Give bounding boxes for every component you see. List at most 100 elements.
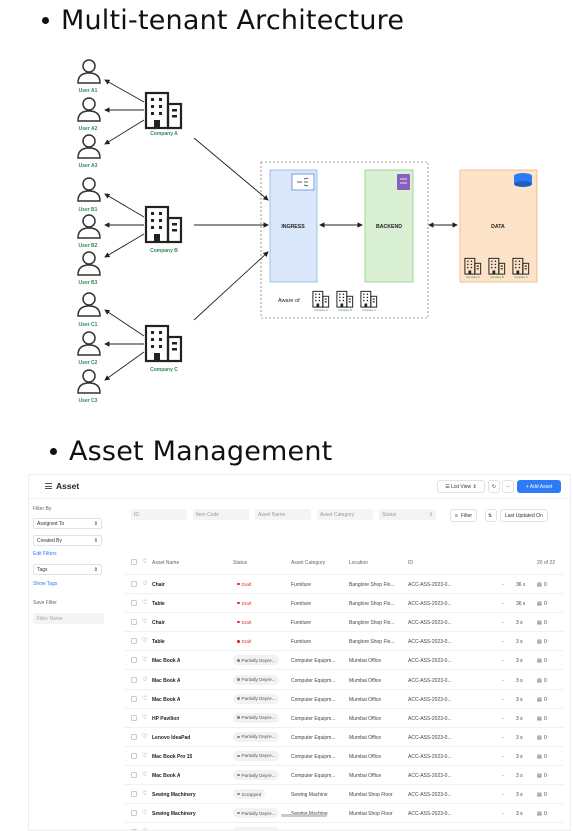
- status-badge: Partially Depre...: [233, 770, 280, 780]
- refresh-button[interactable]: ↻: [488, 480, 500, 493]
- section-title-text: Asset Management: [69, 436, 333, 467]
- user-icon: [77, 177, 101, 202]
- row-checkbox[interactable]: [131, 676, 137, 683]
- asset-category-filter-input[interactable]: Asset Category: [317, 509, 373, 520]
- dash: -: [502, 715, 504, 722]
- heart-icon[interactable]: ♡: [142, 558, 147, 565]
- asset-name[interactable]: Chair: [152, 582, 165, 588]
- asset-name[interactable]: HP Pavilion: [152, 716, 179, 722]
- table-row[interactable]: ♡ Table Draft Furniture Banglore Shop Flo...…: [124, 594, 564, 614]
- status-badge: Partially Depre...: [233, 808, 280, 819]
- table-row[interactable]: ♡ Lenovo IdeaPad Partially Depre... Compute…: [124, 728, 564, 747]
- column-header[interactable]: Location: [349, 560, 368, 566]
- row-checkbox[interactable]: [131, 714, 137, 721]
- edit-filters-link[interactable]: Edit Filters: [33, 551, 57, 557]
- asset-name[interactable]: Mac Book A: [152, 678, 180, 684]
- heart-icon[interactable]: ♡: [142, 656, 147, 663]
- location: Mumbai Office: [349, 696, 382, 703]
- sort-field-button[interactable]: Last Updated On: [500, 509, 548, 522]
- asset-category: Computer Equipm...: [291, 715, 336, 722]
- table-row[interactable]: ♡ Mac Book Pro 15 Partially Depre... Comput…: [124, 747, 564, 766]
- row-checkbox[interactable]: [131, 581, 137, 587]
- filter-button[interactable]: ≡ Filter: [450, 509, 478, 522]
- column-header[interactable]: Asset Name: [152, 560, 179, 566]
- heart-icon[interactable]: ♡: [142, 752, 147, 759]
- select-all-checkbox[interactable]: [131, 559, 137, 565]
- row-checkbox[interactable]: [131, 772, 137, 778]
- menu-icon[interactable]: [45, 483, 52, 489]
- mini-company-label: Company A: [314, 308, 328, 312]
- status-badge: Partially Depre...: [233, 655, 280, 666]
- dash: -: [502, 582, 504, 588]
- assigned-to-select[interactable]: Assigned To ⇕: [33, 518, 102, 529]
- asset-name[interactable]: Table: [152, 601, 165, 607]
- column-header[interactable]: Asset Category: [291, 560, 325, 566]
- row-checkbox[interactable]: [131, 638, 137, 645]
- architecture-diagram: User A1 User A2 User A3 User B1 User B2 …: [77, 59, 538, 404]
- table-row[interactable]: ♡ Mac Book A Partially Depre... Computer Eq…: [124, 671, 564, 690]
- table-row[interactable]: ♡ HP Pavilion Partially Depre... Computer E…: [124, 709, 564, 728]
- modified-ago: 3 s: [516, 811, 523, 818]
- asset-name[interactable]: Mac Book Pro 15: [152, 754, 192, 760]
- table-row[interactable]: ♡ Table Draft Furniture Banglore Shop Flo...…: [124, 632, 564, 652]
- column-header[interactable]: Status: [233, 560, 247, 566]
- id-filter-input[interactable]: ID: [131, 509, 187, 520]
- row-checkbox[interactable]: [131, 600, 137, 607]
- column-header[interactable]: ID: [408, 560, 413, 566]
- heart-icon[interactable]: ♡: [142, 714, 147, 721]
- tags-select[interactable]: Tags ⇕: [33, 564, 102, 575]
- table-row[interactable]: ♡ Mac Book A Partially Depre... Computer Eq…: [124, 651, 564, 671]
- heart-icon[interactable]: ♡: [142, 618, 147, 625]
- asset-name[interactable]: Sewing Machinery: [152, 811, 196, 817]
- heart-icon[interactable]: ♡: [142, 637, 147, 644]
- comment-count: 0: [544, 753, 547, 760]
- table-row[interactable]: ♡ Chair Draft Furniture Banglore Shop Flo...…: [124, 575, 564, 594]
- item-code-filter-input[interactable]: Item Code: [193, 509, 249, 520]
- row-checkbox[interactable]: [131, 733, 137, 740]
- row-checkbox[interactable]: [131, 810, 137, 817]
- asset-name[interactable]: Mac Book A: [152, 658, 180, 664]
- heart-icon[interactable]: ♡: [142, 790, 147, 797]
- location: Mumbai Office: [349, 715, 382, 722]
- heart-icon[interactable]: ♡: [142, 599, 147, 606]
- dash: -: [502, 639, 504, 646]
- add-asset-button[interactable]: + Add Asset: [517, 480, 561, 493]
- asset-name[interactable]: Chair: [152, 620, 165, 626]
- table-row[interactable]: ♡HP DeskjetPartially Depre...Computer Eq…: [124, 823, 564, 830]
- sort-direction-button[interactable]: ⇅: [485, 509, 497, 522]
- created-by-select[interactable]: Created By ⇕: [33, 535, 102, 546]
- table-row[interactable]: ♡ Mac Book A Partially Depre... Computer Eq…: [124, 690, 564, 709]
- row-checkbox[interactable]: [131, 657, 137, 664]
- heart-icon[interactable]: ♡: [142, 771, 147, 778]
- heart-icon[interactable]: ♡: [142, 580, 147, 587]
- show-tags-link[interactable]: Show Tags: [33, 581, 57, 587]
- asset-name-filter-input[interactable]: Asset Name: [255, 509, 311, 520]
- heart-icon[interactable]: ♡: [142, 676, 147, 683]
- table-row[interactable]: ♡Sewing MachineryPartially Depre...Sewin…: [124, 804, 564, 824]
- row-checkbox[interactable]: [131, 619, 137, 626]
- heart-icon[interactable]: ♡: [142, 695, 147, 702]
- heart-icon[interactable]: ♡: [142, 809, 147, 816]
- asset-app-window: Asset ☰ List View ⇕ ↻ ··· + Add Asset Fi…: [28, 474, 571, 831]
- users-group-b: User B1 User B2 User B3: [77, 177, 101, 286]
- row-checkbox[interactable]: [131, 752, 137, 759]
- more-button[interactable]: ···: [502, 480, 514, 493]
- user-icon: [77, 292, 101, 317]
- status-filter-select[interactable]: Status ⇕: [379, 509, 436, 520]
- list-view-dropdown[interactable]: ☰ List View ⇕: [437, 480, 485, 493]
- asset-name[interactable]: Table: [152, 639, 165, 645]
- horizontal-scrollbar[interactable]: [281, 814, 327, 817]
- table-row[interactable]: ♡ Mac Book A Partially Depre... Computer Eq…: [124, 766, 564, 785]
- heart-icon[interactable]: ♡: [142, 733, 147, 740]
- asset-name[interactable]: Mac Book A: [152, 773, 180, 779]
- filter-name-input[interactable]: Filter Name: [33, 613, 104, 624]
- dash: -: [502, 792, 504, 799]
- asset-name[interactable]: Mac Book A: [152, 697, 180, 703]
- status-badge: Partially Depre...: [233, 674, 280, 685]
- table-row[interactable]: ♡ Sewing Machinery Scrapped Sewing Machine M…: [124, 785, 564, 805]
- row-checkbox[interactable]: [131, 695, 137, 702]
- asset-name[interactable]: Sewing Machinery: [152, 792, 196, 798]
- table-row[interactable]: ♡ Chair Draft Furniture Banglore Shop Flo...…: [124, 613, 564, 633]
- row-checkbox[interactable]: [131, 791, 137, 798]
- asset-name[interactable]: Lenovo IdeaPad: [152, 735, 190, 741]
